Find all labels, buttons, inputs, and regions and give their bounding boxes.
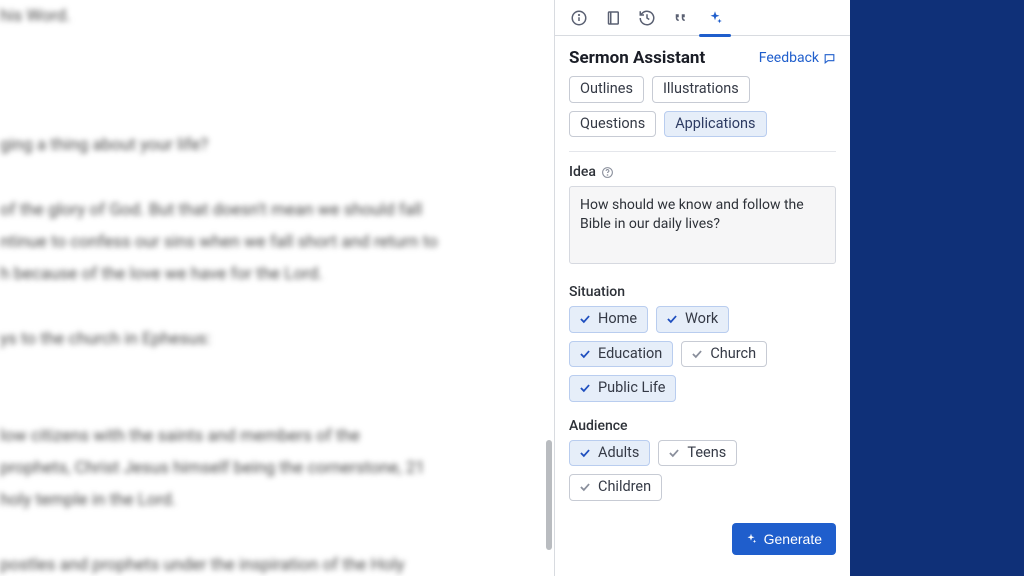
scrollbar-thumb[interactable] — [546, 440, 552, 550]
chip-label: Teens — [687, 446, 726, 461]
notebook-icon[interactable] — [603, 8, 623, 28]
chip-label: Home — [598, 312, 637, 327]
generate-button[interactable]: Generate — [732, 523, 836, 555]
comment-icon — [823, 52, 836, 65]
chip-label: Children — [598, 480, 651, 495]
generate-row: Generate — [569, 517, 836, 555]
prompt-chip-applications[interactable]: Applications — [664, 111, 766, 138]
quote-icon[interactable] — [671, 8, 691, 28]
audience-chip-adults[interactable]: Adults — [569, 440, 650, 467]
situation-chip-education[interactable]: Education — [569, 341, 673, 368]
prompt-chip-illustrations[interactable]: Illustrations — [652, 76, 750, 103]
panel-tab-bar — [555, 0, 850, 36]
situation-chip-home[interactable]: Home — [569, 306, 648, 333]
chip-label: Adults — [598, 446, 639, 461]
check-icon — [578, 480, 592, 494]
chip-label: Church — [710, 347, 756, 362]
idea-label-row: Idea — [569, 164, 836, 180]
check-icon — [690, 347, 704, 361]
situation-chip-public-life[interactable]: Public Life — [569, 375, 676, 402]
prompt-chip-outlines[interactable]: Outlines — [569, 76, 644, 103]
situation-chip-work[interactable]: Work — [656, 306, 729, 333]
chip-label: Public Life — [598, 381, 665, 396]
right-strip — [850, 0, 1024, 576]
check-icon — [578, 347, 592, 361]
situation-chip-church[interactable]: Church — [681, 341, 767, 368]
chip-label: Education — [598, 347, 662, 362]
sparkle-icon[interactable] — [705, 8, 725, 28]
panel-header: Sermon Assistant Feedback — [555, 36, 850, 76]
check-icon — [578, 312, 592, 326]
prompt-chip-questions[interactable]: Questions — [569, 111, 656, 138]
app-root: his Word. ging a thing about your life? … — [0, 0, 1024, 576]
info-icon[interactable] — [569, 8, 589, 28]
idea-input[interactable] — [569, 186, 836, 264]
situation-label: Situation — [569, 284, 836, 300]
idea-label: Idea — [569, 164, 596, 180]
audience-chip-children[interactable]: Children — [569, 474, 662, 501]
generate-label: Generate — [764, 531, 822, 547]
prompt-type-chips: Outlines Illustrations Questions Applicatio… — [569, 76, 836, 152]
check-icon — [665, 312, 679, 326]
panel-body: Outlines Illustrations Questions Applicatio… — [555, 76, 850, 576]
feedback-link[interactable]: Feedback — [759, 50, 836, 66]
history-icon[interactable] — [637, 8, 657, 28]
sparkle-icon — [744, 532, 758, 546]
sermon-assistant-panel: Sermon Assistant Feedback Outlines Illust… — [554, 0, 850, 576]
audience-chip-teens[interactable]: Teens — [658, 440, 737, 467]
help-icon[interactable] — [601, 166, 614, 179]
feedback-label: Feedback — [759, 50, 819, 66]
check-icon — [578, 381, 592, 395]
blurred-sermon-text: his Word. ging a thing about your life? … — [0, 0, 546, 576]
situation-chips: Home Work Education Church Public Life — [569, 306, 836, 402]
document-pane: his Word. ging a thing about your life? … — [0, 0, 554, 576]
audience-chips: Adults Teens Children — [569, 440, 836, 501]
panel-title: Sermon Assistant — [569, 48, 705, 68]
chip-label: Work — [685, 312, 718, 327]
check-icon — [667, 446, 681, 460]
audience-label: Audience — [569, 418, 836, 434]
check-icon — [578, 446, 592, 460]
